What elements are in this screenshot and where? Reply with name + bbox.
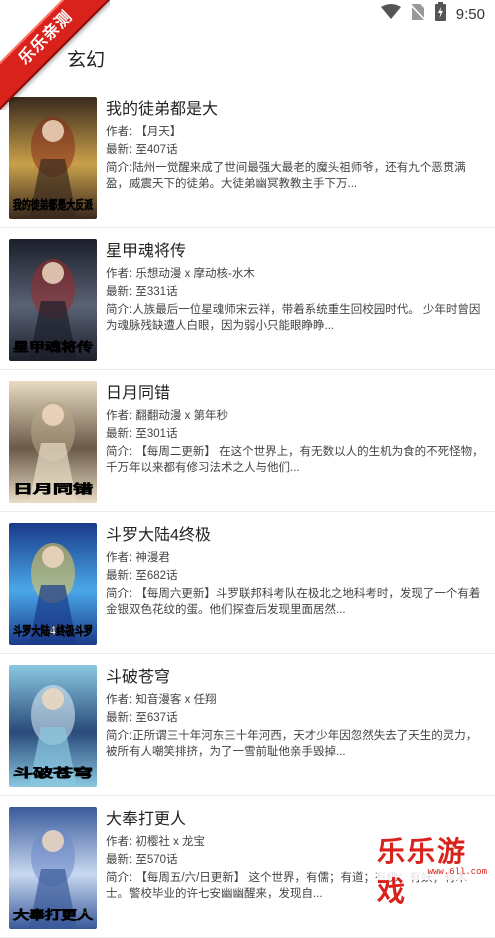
ribbon-label: 乐乐亲测 <box>0 0 110 110</box>
comic-author: 作者: 知音漫客 x 任翔 <box>106 694 217 706</box>
comic-info: 我的徒弟都是大 作者: 【月天】 最新: 至407话 简介:陆州一觉醒来成了世间… <box>106 96 486 192</box>
cover-title-text: 星甲魂将传 <box>13 339 93 354</box>
comic-desc: 简介:正所谓三十年河东三十年河西，天才少年因忽然失去了天生的灵力，被所有人嘲笑排… <box>106 730 478 758</box>
comic-info: 斗破苍穹 作者: 知音漫客 x 任翔 最新: 至637话 简介:正所谓三十年河东… <box>106 664 486 760</box>
comic-title[interactable]: 日月同错 <box>106 382 486 406</box>
comic-cover[interactable]: 斗罗大陆4终极斗罗 <box>9 523 97 645</box>
corner-ribbon: 乐乐亲测 <box>0 0 110 110</box>
cover-title-text: 斗罗大陆4终极斗罗 <box>13 623 93 638</box>
comic-cover[interactable]: 大奉打更人 <box>9 807 97 929</box>
comic-info: 星甲魂将传 作者: 乐想动漫 x 摩动核-水木 最新: 至331话 简介:人族最… <box>106 238 486 334</box>
comic-cover[interactable]: 斗破苍穹 <box>9 665 97 787</box>
comic-list: 我的徒弟都是大反派 我的徒弟都是大 作者: 【月天】 最新: 至407话 简介:… <box>0 86 495 938</box>
comic-item[interactable]: 日月同错 日月同错 作者: 翻翻动漫 x 第年秒 最新: 至301话 简介: 【… <box>0 370 495 512</box>
cover-title-text: 我的徒弟都是大反派 <box>13 197 94 212</box>
comic-cover[interactable]: 我的徒弟都是大反派 <box>9 97 97 219</box>
comic-item[interactable]: 星甲魂将传 星甲魂将传 作者: 乐想动漫 x 摩动核-水木 最新: 至331话 … <box>0 228 495 370</box>
no-sim-icon <box>410 3 426 26</box>
comic-info: 日月同错 作者: 翻翻动漫 x 第年秒 最新: 至301话 简介: 【每周二更新… <box>106 380 486 476</box>
comic-latest: 最新: 至637话 <box>106 712 178 724</box>
comic-author: 作者: 神漫君 <box>106 552 170 564</box>
comic-cover[interactable]: 星甲魂将传 <box>9 239 97 361</box>
status-time: 9:50 <box>455 5 485 23</box>
comic-title[interactable]: 斗破苍穹 <box>106 666 486 690</box>
comic-title[interactable]: 星甲魂将传 <box>106 240 486 264</box>
comic-latest: 最新: 至301话 <box>106 428 178 440</box>
cover-title-text: 大奉打更人 <box>13 907 94 922</box>
comic-author: 作者: 乐想动漫 x 摩动核-水木 <box>106 268 255 280</box>
cover-title-text: 日月同错 <box>13 481 93 496</box>
comic-latest: 最新: 至682话 <box>106 570 178 582</box>
comic-author: 作者: 【月天】 <box>106 126 182 138</box>
comic-desc: 简介: 【每周二更新】 在这个世界上，有无数以人的生机为食的不死怪物，千万年以来… <box>106 446 484 474</box>
status-icons: 9:50 <box>380 2 485 26</box>
battery-charging-icon <box>434 2 446 26</box>
watermark-url: www.6ll.com <box>427 867 487 877</box>
comic-desc: 简介:人族最后一位星魂师宋云祥，带着系统重生回校园时代。 少年时曾因为魂脉残缺遭… <box>106 304 481 332</box>
comic-desc: 简介:陆州一觉醒来成了世间最强大最老的魔头祖师爷，还有九个恶贯满盈，威震天下的徒… <box>106 162 466 190</box>
comic-latest: 最新: 至331话 <box>106 286 178 298</box>
comic-item[interactable]: 斗罗大陆4终极斗罗 斗罗大陆4终极 作者: 神漫君 最新: 至682话 简介: … <box>0 512 495 654</box>
wifi-icon <box>380 3 401 25</box>
comic-desc: 简介: 【每周六更新】斗罗联邦科考队在极北之地科考时，发现了一个有着金银双色花纹… <box>106 588 481 616</box>
comic-latest: 最新: 至407话 <box>106 144 178 156</box>
cover-title-text: 斗破苍穹 <box>13 765 93 780</box>
comic-title[interactable]: 斗罗大陆4终极 <box>106 524 486 548</box>
comic-title[interactable]: 我的徒弟都是大 <box>106 98 486 122</box>
comic-author: 作者: 翻翻动漫 x 第年秒 <box>106 410 229 422</box>
comic-info: 斗罗大陆4终极 作者: 神漫君 最新: 至682话 简介: 【每周六更新】斗罗联… <box>106 522 486 618</box>
watermark-logo: 乐乐游戏 www.6ll.com <box>377 828 495 907</box>
comic-cover[interactable]: 日月同错 <box>9 381 97 503</box>
comic-item[interactable]: 斗破苍穹 斗破苍穹 作者: 知音漫客 x 任翔 最新: 至637话 简介:正所谓… <box>0 654 495 796</box>
